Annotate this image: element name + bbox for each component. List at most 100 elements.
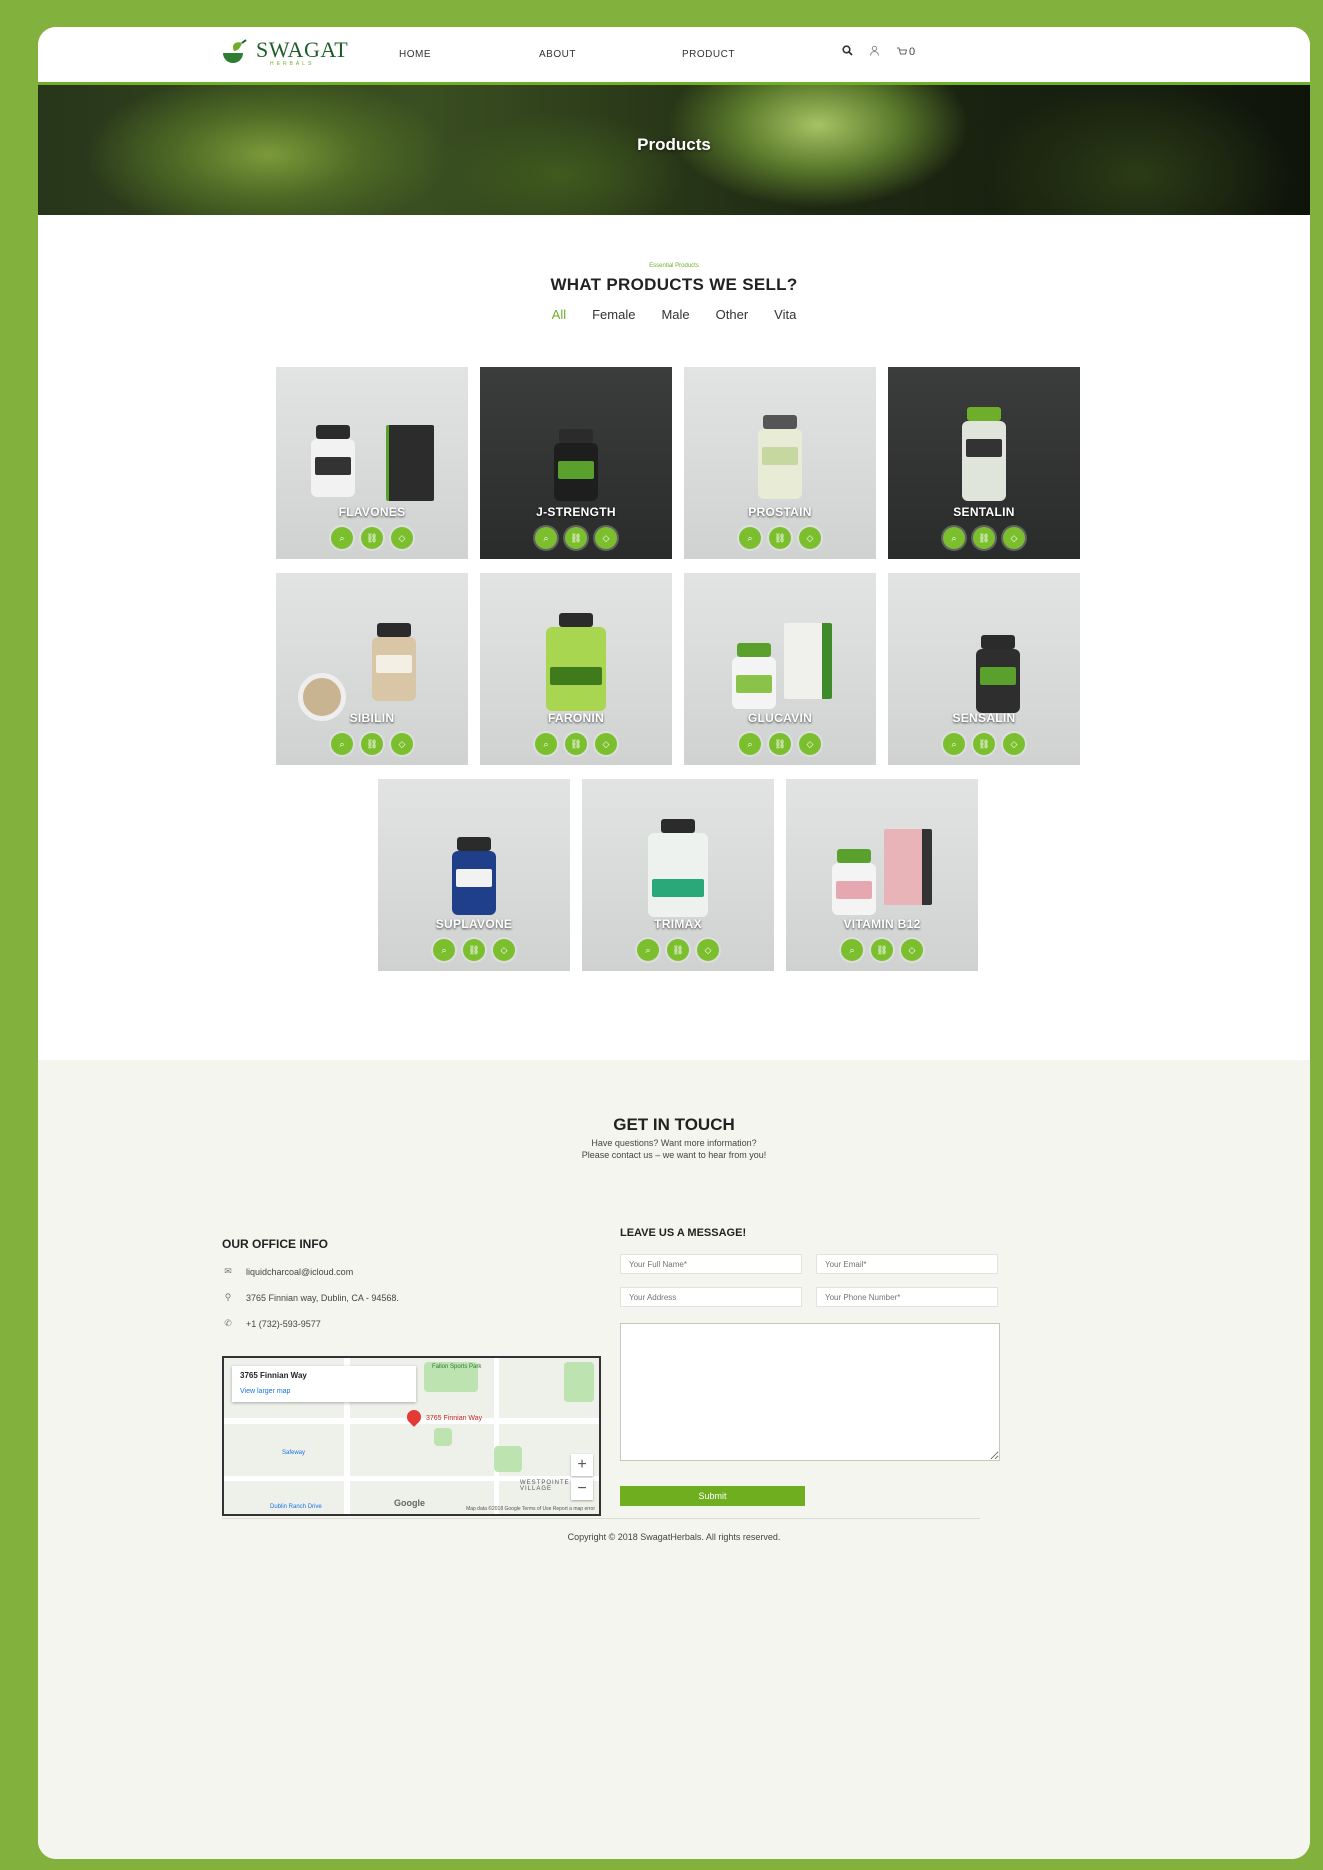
product-card[interactable]: FARONIN ⌕ ⛓ ◇: [480, 573, 672, 765]
view-icon[interactable]: ⌕: [331, 733, 353, 755]
mail-icon: ✉: [224, 1266, 232, 1276]
cart-icon[interactable]: ◇: [391, 733, 413, 755]
cart-icon[interactable]: ◇: [595, 527, 617, 549]
product-card[interactable]: SUPLAVONE ⌕ ⛓ ◇: [378, 779, 570, 971]
filter-male[interactable]: Male: [661, 307, 689, 322]
top-navbar: SWAGAT HERBALS HOME ABOUT PRODUCT 0: [38, 27, 1310, 85]
product-card[interactable]: SENSALIN ⌕ ⛓ ◇: [888, 573, 1080, 765]
office-email: ✉ liquidcharcoal@icloud.com: [222, 1266, 353, 1277]
user-icon[interactable]: [869, 45, 880, 59]
product-card[interactable]: SENTALIN ⌕ ⛓ ◇: [888, 367, 1080, 559]
link-icon[interactable]: ⛓: [769, 527, 791, 549]
nav-actions: 0: [842, 45, 915, 59]
product-image: [372, 623, 416, 701]
link-icon[interactable]: ⛓: [769, 733, 791, 755]
map-road: [494, 1358, 499, 1514]
product-name: TRIMAX: [654, 917, 702, 931]
product-card[interactable]: TRIMAX ⌕ ⛓ ◇: [582, 779, 774, 971]
view-icon[interactable]: ⌕: [433, 939, 455, 961]
link-icon[interactable]: ⛓: [973, 527, 995, 549]
view-icon[interactable]: ⌕: [535, 527, 557, 549]
link-icon[interactable]: ⛓: [565, 527, 587, 549]
cart-icon[interactable]: ◇: [1003, 527, 1025, 549]
hero-title: Products: [637, 135, 711, 154]
product-card[interactable]: PROSTAIN ⌕ ⛓ ◇: [684, 367, 876, 559]
zoom-out-button[interactable]: −: [571, 1478, 593, 1500]
product-name: PROSTAIN: [748, 505, 812, 519]
phone-text[interactable]: +1 (732)-593-9577: [246, 1319, 321, 1329]
view-icon[interactable]: ⌕: [331, 527, 353, 549]
view-icon[interactable]: ⌕: [943, 527, 965, 549]
product-card[interactable]: GLUCAVIN ⌕ ⛓ ◇: [684, 573, 876, 765]
email-input[interactable]: [816, 1254, 998, 1274]
link-icon[interactable]: ⛓: [361, 527, 383, 549]
product-actions: ⌕ ⛓ ◇: [888, 527, 1080, 549]
filter-other[interactable]: Other: [716, 307, 749, 322]
filter-female[interactable]: Female: [592, 307, 635, 322]
product-card[interactable]: J-STRENGTH ⌕ ⛓ ◇: [480, 367, 672, 559]
copyright-text: Copyright © 2018 SwagatHerbals. All righ…: [567, 1532, 781, 1542]
embedded-map[interactable]: 3765 Finnian Way View larger map 3765 Fi…: [222, 1356, 601, 1516]
cart-icon[interactable]: ◇: [595, 733, 617, 755]
brand-logo[interactable]: SWAGAT HERBALS: [220, 39, 348, 69]
footer-divider: [222, 1518, 980, 1519]
product-actions: ⌕ ⛓ ◇: [786, 939, 978, 961]
link-icon[interactable]: ⛓: [973, 733, 995, 755]
link-icon[interactable]: ⛓: [667, 939, 689, 961]
cart-icon[interactable]: ◇: [493, 939, 515, 961]
nav-product[interactable]: PRODUCT: [682, 49, 735, 60]
link-icon[interactable]: ⛓: [361, 733, 383, 755]
filter-vita[interactable]: Vita: [774, 307, 796, 322]
view-larger-map-link[interactable]: View larger map: [240, 1388, 290, 1395]
product-name: SUPLAVONE: [435, 917, 513, 931]
cart-icon[interactable]: ◇: [391, 527, 413, 549]
nav-home[interactable]: HOME: [399, 49, 431, 60]
address-input[interactable]: [620, 1287, 802, 1307]
view-icon[interactable]: ⌕: [841, 939, 863, 961]
submit-button[interactable]: Submit: [620, 1486, 805, 1506]
view-icon[interactable]: ⌕: [535, 733, 557, 755]
search-icon[interactable]: [842, 45, 853, 59]
view-icon[interactable]: ⌕: [943, 733, 965, 755]
cart-icon[interactable]: ◇: [799, 527, 821, 549]
phone-input[interactable]: [816, 1287, 998, 1307]
contact-subtitle-2: Please contact us – we want to hear from…: [581, 1150, 767, 1160]
product-image: [311, 425, 355, 497]
product-image: [758, 415, 802, 499]
map-footer[interactable]: Map data ©2018 Google Terms of Use Repor…: [466, 1506, 595, 1512]
contact-section: GET IN TOUCH Have questions? Want more i…: [38, 1060, 1310, 1859]
product-image: [554, 429, 598, 501]
view-icon[interactable]: ⌕: [637, 939, 659, 961]
cart-count: 0: [909, 46, 916, 58]
email-text[interactable]: liquidcharcoal@icloud.com: [246, 1267, 353, 1277]
product-name: GLUCAVIN: [747, 711, 813, 725]
map-place-name: 3765 Finnian Way: [240, 1371, 307, 1380]
message-textarea[interactable]: [620, 1323, 1000, 1461]
product-image: [732, 643, 776, 709]
cart-button[interactable]: 0: [896, 46, 915, 58]
link-icon[interactable]: ⛓: [565, 733, 587, 755]
cart-icon[interactable]: ◇: [1003, 733, 1025, 755]
product-card[interactable]: VITAMIN B12 ⌕ ⛓ ◇: [786, 779, 978, 971]
product-image: [546, 613, 606, 711]
product-card[interactable]: FLAVONES ⌕ ⛓ ◇: [276, 367, 468, 559]
product-name: J-STRENGTH: [536, 505, 616, 519]
filter-all[interactable]: All: [552, 307, 566, 322]
cart-icon[interactable]: ◇: [697, 939, 719, 961]
view-icon[interactable]: ⌕: [739, 733, 761, 755]
link-icon[interactable]: ⛓: [871, 939, 893, 961]
product-actions: ⌕ ⛓ ◇: [684, 733, 876, 755]
product-image: [832, 849, 876, 915]
product-card[interactable]: SIBILIN ⌕ ⛓ ◇: [276, 573, 468, 765]
full-name-input[interactable]: [620, 1254, 802, 1274]
cart-icon[interactable]: ◇: [901, 939, 923, 961]
product-actions: ⌕ ⛓ ◇: [480, 733, 672, 755]
product-actions: ⌕ ⛓ ◇: [888, 733, 1080, 755]
cart-icon[interactable]: ◇: [799, 733, 821, 755]
zoom-in-button[interactable]: +: [571, 1454, 593, 1476]
link-icon[interactable]: ⛓: [463, 939, 485, 961]
product-actions: ⌕ ⛓ ◇: [378, 939, 570, 961]
nav-about[interactable]: ABOUT: [539, 49, 576, 60]
address-text: 3765 Finnian way, Dublin, CA - 94568.: [246, 1292, 399, 1303]
view-icon[interactable]: ⌕: [739, 527, 761, 549]
